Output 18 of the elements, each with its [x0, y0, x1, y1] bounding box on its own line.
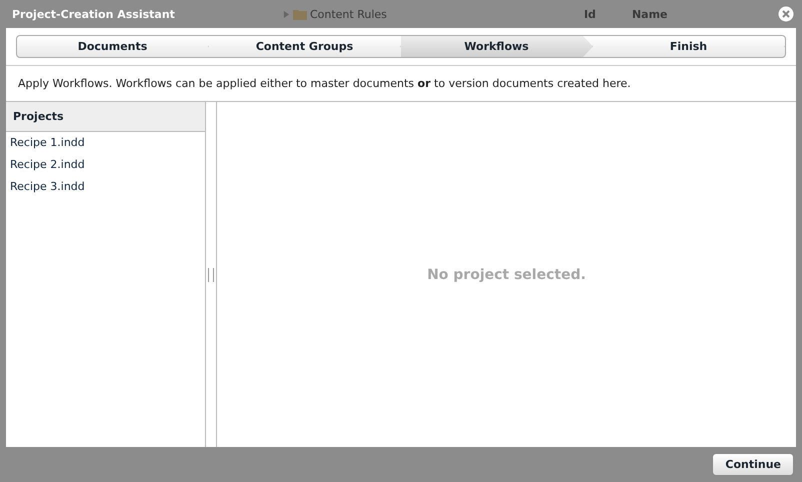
background-column-header: Name	[630, 8, 669, 20]
project-item[interactable]: Recipe 2.indd	[6, 154, 205, 176]
empty-message: No project selected.	[427, 266, 586, 282]
projects-header: Projects	[6, 102, 205, 132]
folder-icon	[292, 8, 307, 20]
grip-icon	[208, 268, 214, 282]
project-item[interactable]: Recipe 1.indd	[6, 132, 205, 154]
background-folder-label: Content Rules	[310, 8, 388, 20]
close-icon[interactable]	[778, 6, 794, 22]
project-item[interactable]: Recipe 3.indd	[6, 176, 205, 198]
wizard-step[interactable]: Documents	[17, 36, 209, 57]
background-column-header: Id	[582, 8, 597, 20]
continue-button[interactable]: Continue	[712, 453, 794, 476]
window-title: Project-Creation Assistant	[12, 8, 175, 20]
wizard-step[interactable]: Workflows	[401, 36, 593, 57]
expand-triangle-icon	[282, 10, 290, 18]
wizard-step[interactable]: Finish	[593, 36, 785, 57]
splitter-handle[interactable]	[206, 102, 217, 447]
